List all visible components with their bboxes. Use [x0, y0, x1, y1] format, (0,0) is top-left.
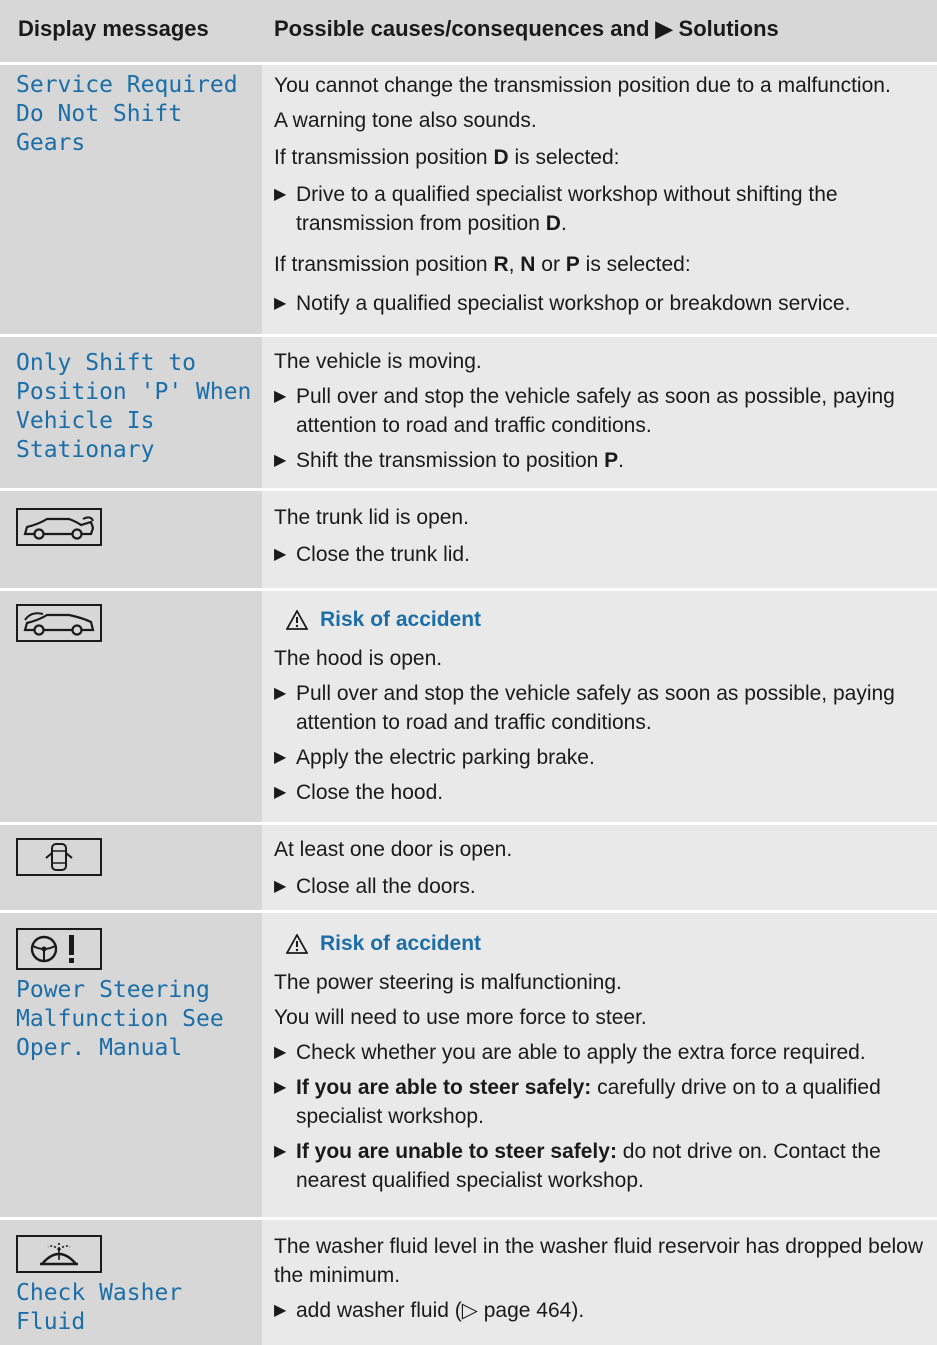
header-causes-solutions: Possible causes/consequences and ▶ Solut…	[274, 16, 779, 41]
bullet-triangle-icon: ▶	[274, 388, 287, 405]
bullet-triangle-icon: ▶	[274, 784, 287, 801]
solution-item: ▶ Close the hood.	[274, 778, 937, 807]
display-messages-table: Display messages Possible causes/consequ…	[0, 0, 937, 1345]
text: The power steering is malfunctioning.	[274, 971, 622, 994]
table-row: Power Steering Malfunction See Oper. Man…	[0, 913, 937, 1220]
warning-triangle-icon	[286, 609, 308, 630]
text: The trunk lid is open.	[274, 506, 469, 529]
solution-item: ▶ Pull over and stop the vehicle safely …	[274, 382, 937, 440]
display-message-only-shift-p: Only Shift to Position 'P' When Vehicle …	[16, 350, 252, 463]
bullet-triangle-icon: ▶	[274, 1143, 287, 1160]
solution-item: ▶ add washer fluid (▷ page 464).	[274, 1296, 937, 1325]
solution-item: ▶ If you are unable to steer safely: do …	[274, 1137, 937, 1195]
page-reference-link[interactable]: add washer fluid (▷ page 464).	[296, 1296, 937, 1325]
bullet-triangle-icon: ▶	[274, 295, 287, 312]
warning-heading: Risk of accident	[274, 929, 937, 958]
bullet-triangle-icon: ▶	[274, 685, 287, 702]
table-row: The trunk lid is open. ▶ Close the trunk…	[0, 491, 937, 591]
bullet-triangle-icon: ▶	[274, 1302, 287, 1319]
text: A warning tone also sounds.	[274, 109, 537, 132]
display-message-service-required: Service Required Do Not Shift Gears	[16, 72, 238, 156]
bullet-triangle-icon: ▶	[274, 1044, 287, 1061]
text: You cannot change the transmission posit…	[274, 74, 891, 97]
table-row: Service Required Do Not Shift Gears You …	[0, 65, 937, 337]
hood-open-icon	[16, 604, 102, 642]
bullet-triangle-icon: ▶	[274, 749, 287, 766]
solution-item: ▶ Close the trunk lid.	[274, 540, 937, 569]
table-row: At least one door is open. ▶ Close all t…	[0, 825, 937, 913]
display-message-check-washer-fluid: Check Washer Fluid	[16, 1280, 183, 1335]
warning-heading: Risk of accident	[274, 605, 937, 634]
solution-item: ▶ If you are able to steer safely: caref…	[274, 1073, 937, 1131]
bullet-triangle-icon: ▶	[274, 1079, 287, 1096]
text: If transmission position D is selected:	[274, 146, 620, 169]
text: At least one door is open.	[274, 838, 513, 861]
display-message-power-steering: Power Steering Malfunction See Oper. Man…	[16, 977, 224, 1061]
text: If transmission position R, N or P is se…	[274, 253, 691, 276]
warning-triangle-icon	[286, 933, 308, 954]
solution-item: ▶ Notify a qualified specialist workshop…	[274, 289, 937, 318]
solution-item: ▶ Apply the electric parking brake.	[274, 743, 937, 772]
text: The vehicle is moving.	[274, 350, 482, 373]
solution-item: ▶ Drive to a qualified specialist worksh…	[274, 180, 937, 238]
text: The hood is open.	[274, 647, 443, 670]
solution-item: ▶ Close all the doors.	[274, 872, 937, 901]
solution-item: ▶ Shift the transmission to position P.	[274, 446, 937, 475]
table-row: Risk of accident The hood is open. ▶ Pul…	[0, 591, 937, 825]
washer-fluid-icon	[16, 1235, 102, 1273]
table-row: Only Shift to Position 'P' When Vehicle …	[0, 337, 937, 491]
header-display-messages: Display messages	[18, 16, 209, 41]
solution-item: ▶ Pull over and stop the vehicle safely …	[274, 679, 937, 737]
text: The washer fluid level in the washer flu…	[274, 1235, 924, 1287]
text: You will need to use more force to steer…	[274, 1006, 647, 1029]
table-header: Display messages Possible causes/consequ…	[0, 0, 937, 65]
steering-malfunction-icon	[16, 928, 102, 970]
bullet-triangle-icon: ▶	[274, 186, 287, 203]
solution-item: ▶ Check whether you are able to apply th…	[274, 1038, 937, 1067]
table-row: Check Washer Fluid The washer fluid leve…	[0, 1220, 937, 1345]
bullet-triangle-icon: ▶	[274, 878, 287, 895]
trunk-open-icon	[16, 508, 102, 546]
bullet-triangle-icon: ▶	[274, 546, 287, 563]
door-open-icon	[16, 838, 102, 876]
bullet-triangle-icon: ▶	[274, 452, 287, 469]
